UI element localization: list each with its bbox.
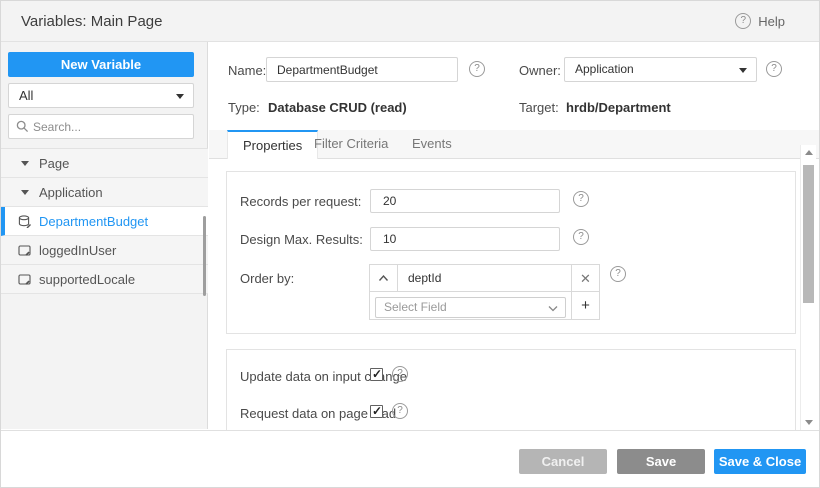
- tab-filter-criteria[interactable]: Filter Criteria: [299, 130, 403, 159]
- order-by-help-icon[interactable]: [610, 266, 626, 282]
- behavior-settings-card: Update data on input change Request data…: [226, 349, 796, 430]
- add-sort-icon[interactable]: [571, 292, 599, 319]
- variables-dialog: Variables: Main Page Help New Variable A…: [0, 0, 820, 488]
- tree-group-label: Page: [39, 156, 70, 171]
- chevron-down-icon: [548, 306, 558, 312]
- scroll-down-icon[interactable]: [805, 420, 813, 425]
- target-label: Target:: [519, 100, 559, 115]
- tree-item-loggedinuser[interactable]: loggedInUser: [1, 236, 208, 265]
- chevron-up-icon: [378, 274, 389, 281]
- order-by-row: deptId: [370, 265, 599, 292]
- dialog-footer: Cancel Save Save & Close: [1, 430, 819, 487]
- tree-item-label: supportedLocale: [39, 272, 136, 287]
- name-help-icon[interactable]: [469, 61, 485, 77]
- order-by-field-value: deptId: [408, 271, 442, 285]
- save-button[interactable]: Save: [617, 449, 705, 474]
- search-input[interactable]: [33, 116, 191, 137]
- caret-down-icon: [21, 161, 29, 166]
- tree-item-departmentbudget[interactable]: DepartmentBudget: [1, 207, 208, 236]
- select-field-placeholder: Select Field: [384, 300, 447, 314]
- search-icon: [16, 120, 29, 133]
- properties-scrollbar: [800, 145, 816, 433]
- owner-help-icon[interactable]: [766, 61, 782, 77]
- properties-panel: Records per request: Design Max. Results…: [209, 159, 799, 430]
- variable-summary-form: Name: Owner: Application Type: Database …: [209, 42, 819, 130]
- scroll-up-icon[interactable]: [805, 150, 813, 155]
- database-variable-icon: [18, 215, 31, 228]
- sidebar-scrollbar-thumb[interactable]: [203, 216, 206, 296]
- help-link[interactable]: Help: [735, 13, 785, 29]
- request-on-load-help-icon[interactable]: [392, 403, 408, 419]
- data-settings-card: Records per request: Design Max. Results…: [226, 171, 796, 334]
- owner-label: Owner:: [519, 63, 570, 78]
- select-field-dropdown[interactable]: Select Field: [375, 297, 566, 318]
- chevron-down-icon: [176, 94, 184, 99]
- design-max-help-icon[interactable]: [573, 229, 589, 245]
- cancel-button[interactable]: Cancel: [519, 449, 607, 474]
- variable-search-box: [8, 114, 194, 139]
- variable-icon: [18, 245, 31, 256]
- name-input[interactable]: [266, 57, 458, 82]
- help-label: Help: [758, 13, 785, 29]
- scrollbar-thumb[interactable]: [803, 165, 814, 303]
- variables-tree: Page Application DepartmentBudget logged…: [1, 148, 208, 294]
- variable-icon: [18, 274, 31, 285]
- save-and-close-button[interactable]: Save & Close: [714, 449, 806, 474]
- tree-group-page[interactable]: Page: [1, 149, 208, 178]
- tab-events[interactable]: Events: [397, 130, 467, 159]
- owner-select[interactable]: Application: [564, 57, 757, 82]
- owner-selected-value: Application: [575, 62, 634, 76]
- remove-sort-icon[interactable]: [571, 265, 599, 292]
- sort-direction-button[interactable]: [370, 265, 398, 292]
- update-on-input-help-icon[interactable]: [392, 366, 408, 382]
- request-on-load-checkbox[interactable]: [370, 404, 383, 418]
- dialog-header: Variables: Main Page Help: [1, 1, 819, 42]
- order-by-editor: deptId Select Field: [369, 264, 600, 320]
- caret-down-icon: [21, 190, 29, 195]
- update-on-input-checkbox[interactable]: [370, 367, 383, 381]
- tree-group-application[interactable]: Application: [1, 178, 208, 207]
- order-by-label: Order by:: [240, 271, 295, 286]
- tree-item-supportedlocale[interactable]: supportedLocale: [1, 265, 208, 294]
- variable-filter-select[interactable]: All: [8, 83, 194, 108]
- tree-item-label: loggedInUser: [39, 243, 117, 258]
- page-title: Variables: Main Page: [21, 13, 163, 30]
- tree-group-label: Application: [39, 185, 103, 200]
- type-value: Database CRUD (read): [268, 100, 407, 115]
- design-max-results-label: Design Max. Results:: [240, 232, 363, 247]
- design-max-results-input[interactable]: [370, 227, 560, 251]
- tree-item-label: DepartmentBudget: [39, 214, 149, 229]
- target-value: hrdb/Department: [566, 100, 671, 115]
- chevron-down-icon: [739, 68, 747, 73]
- help-icon: [735, 13, 752, 29]
- records-per-request-label: Records per request:: [240, 194, 362, 209]
- new-variable-button[interactable]: New Variable: [8, 52, 194, 77]
- records-per-request-input[interactable]: [370, 189, 560, 213]
- type-label: Type:: [228, 100, 260, 115]
- records-help-icon[interactable]: [573, 191, 589, 207]
- variables-sidebar: New Variable All Page Application: [1, 42, 208, 429]
- variable-tabs: Properties Filter Criteria Events: [209, 130, 819, 160]
- filter-selected-value: All: [19, 88, 34, 103]
